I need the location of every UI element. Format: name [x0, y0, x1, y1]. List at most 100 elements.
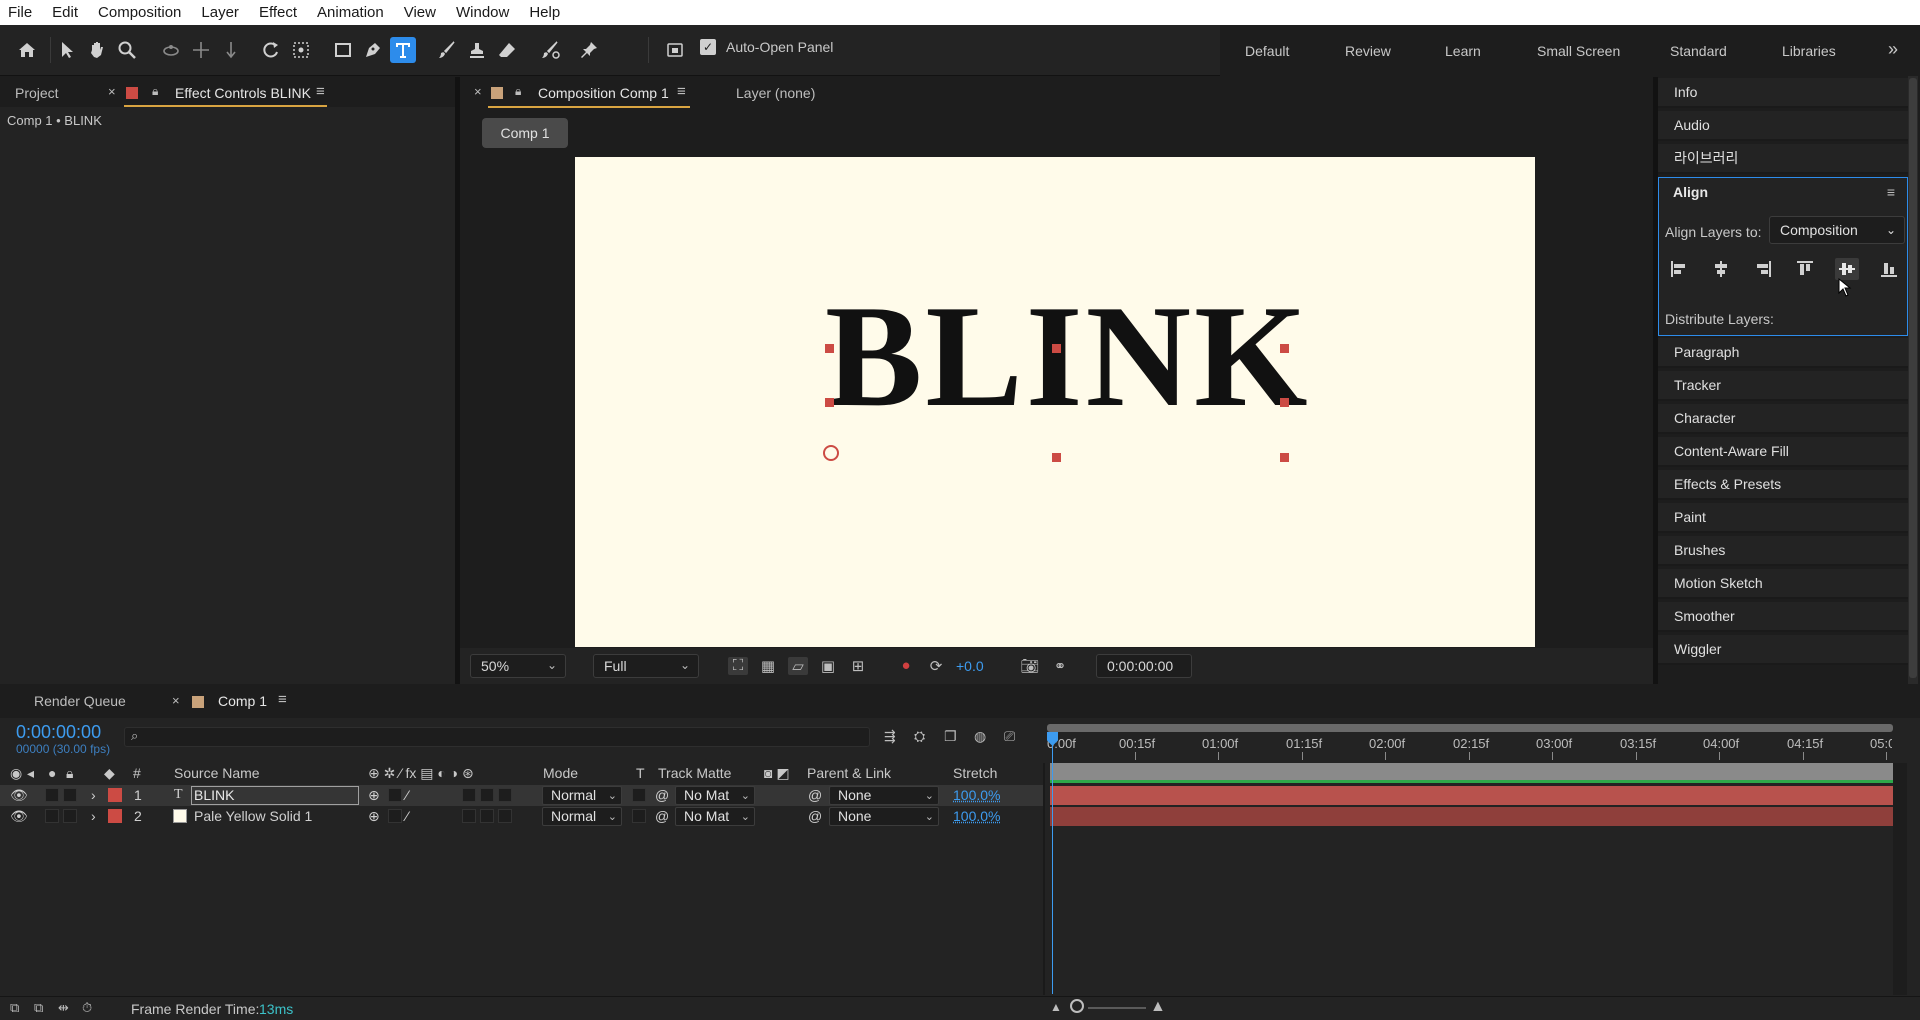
rotate-tool-icon[interactable]: [258, 37, 284, 63]
workspace-standard[interactable]: Standard: [1670, 43, 1727, 59]
track-matte-dropdown[interactable]: No Mat ⌄: [675, 807, 755, 826]
parent-dropdown[interactable]: None ⌄: [829, 807, 939, 826]
expand-chevron-icon[interactable]: ›: [91, 808, 96, 824]
align-left-icon[interactable]: [1667, 258, 1691, 280]
panel-menu-icon[interactable]: ≡: [316, 83, 325, 100]
transform-handle[interactable]: [1280, 344, 1289, 353]
motion-blur-switch[interactable]: [462, 788, 476, 802]
parent-pickwhip-icon[interactable]: @: [808, 808, 822, 824]
show-snapshot-icon[interactable]: ⚭: [1050, 657, 1070, 675]
transparency-grid-icon[interactable]: ▦: [758, 657, 778, 675]
label-color-box[interactable]: [108, 788, 122, 802]
panel-paint[interactable]: Paint: [1658, 503, 1908, 533]
align-to-dropdown[interactable]: Composition ⌄: [1769, 216, 1905, 244]
adjustment-switch[interactable]: [480, 788, 494, 802]
workspace-review[interactable]: Review: [1345, 43, 1391, 59]
collapse-switch[interactable]: [388, 788, 402, 802]
menu-layer[interactable]: Layer: [201, 4, 239, 21]
snapshot-camera-icon[interactable]: 📷︎: [1020, 657, 1040, 675]
reset-exposure-icon[interactable]: ⟳: [926, 657, 946, 675]
comp-mini-flowchart-icon[interactable]: ⇶: [884, 728, 896, 745]
pan-behind-tool-icon[interactable]: [288, 37, 314, 63]
auto-open-checkbox[interactable]: ✓: [700, 39, 716, 55]
tab-comp-1[interactable]: Comp 1: [218, 693, 267, 709]
lock-column-icon[interactable]: 🔒︎: [66, 765, 73, 782]
layer-name[interactable]: Pale Yellow Solid 1: [194, 808, 312, 824]
panel-effects-presets[interactable]: Effects & Presets: [1658, 470, 1908, 500]
timeline-search-input[interactable]: ⌕: [124, 727, 870, 747]
3d-layer-switch[interactable]: [498, 788, 512, 802]
transform-handle[interactable]: [825, 344, 834, 353]
panel-wiggler[interactable]: Wiggler: [1658, 635, 1908, 665]
workspace-learn[interactable]: Learn: [1445, 43, 1481, 59]
draft-3d-icon[interactable]: ⛭: [914, 728, 925, 745]
panel-menu-icon[interactable]: ≡: [278, 691, 287, 708]
work-area-range-bar[interactable]: [1047, 724, 1893, 732]
workspace-panel-icon[interactable]: [662, 37, 688, 63]
auto-open-panel-toggle[interactable]: ✓ Auto-Open Panel: [700, 39, 833, 55]
transform-handle[interactable]: [825, 398, 834, 407]
workspace-default[interactable]: Default: [1245, 43, 1289, 59]
render-time-toggle-icon[interactable]: ⏱: [82, 1000, 92, 1016]
adjustment-switch[interactable]: [480, 809, 494, 823]
layer-duration-bar-blink[interactable]: [1050, 786, 1893, 805]
region-of-interest-icon[interactable]: ▣: [818, 657, 838, 675]
solo-toggle[interactable]: [45, 809, 59, 823]
panel-tracker[interactable]: Tracker: [1658, 371, 1908, 401]
frame-blending-icon[interactable]: ❐: [944, 728, 957, 745]
panel-menu-icon[interactable]: ≡: [677, 83, 686, 100]
zoom-out-mountain-icon[interactable]: ▲: [1050, 1000, 1062, 1014]
layer-name-field[interactable]: BLINK: [191, 786, 359, 805]
clone-stamp-tool-icon[interactable]: [464, 37, 490, 63]
panel-menu-icon[interactable]: ≡: [1887, 184, 1895, 200]
menu-help[interactable]: Help: [529, 4, 560, 21]
panel-paragraph[interactable]: Paragraph: [1658, 338, 1908, 368]
zoom-in-mountain-icon[interactable]: ▲: [1150, 998, 1166, 1016]
visibility-column-icon[interactable]: ◉: [10, 765, 22, 782]
brush-tool-icon[interactable]: [434, 37, 460, 63]
type-tool-icon[interactable]: [390, 37, 416, 63]
shy-switch-icon[interactable]: ⊕: [368, 787, 380, 804]
panel-character[interactable]: Character: [1658, 404, 1908, 434]
menu-window[interactable]: Window: [456, 4, 509, 21]
stretch-value[interactable]: 100.0%: [953, 787, 1000, 803]
zoom-tool-icon[interactable]: [114, 37, 140, 63]
lock-icon[interactable]: 🔒︎: [515, 84, 521, 99]
audio-column-icon[interactable]: ◂: [27, 765, 34, 782]
workspace-libraries[interactable]: Libraries: [1782, 43, 1836, 59]
text-layer-blink[interactable]: BLINK: [825, 283, 1311, 429]
close-tab-icon[interactable]: ×: [172, 693, 180, 708]
parent-dropdown[interactable]: None ⌄: [829, 786, 939, 805]
in-out-toggle-icon[interactable]: ⇹: [58, 1000, 69, 1016]
dolly-camera-icon[interactable]: [218, 37, 244, 63]
blend-mode-dropdown[interactable]: Normal ⌄: [542, 786, 622, 805]
eye-icon[interactable]: 👁︎: [10, 787, 28, 804]
selection-tool-icon[interactable]: [54, 37, 80, 63]
channels-icon[interactable]: ●: [896, 657, 916, 675]
fast-previews-icon[interactable]: ⛶: [728, 657, 748, 675]
graph-editor-icon[interactable]: ⎚: [1004, 728, 1015, 745]
scrollbar-thumb[interactable]: [1909, 78, 1917, 678]
align-bottom-icon[interactable]: [1877, 258, 1901, 280]
layer-row-blink[interactable]: 👁︎ › 1 T BLINK ⊕ ⁄ Normal ⌄ @ No Mat ⌄ @ N…: [0, 785, 1045, 806]
matte-link-icon[interactable]: @: [655, 808, 669, 824]
align-vertical-center-icon[interactable]: [1835, 258, 1859, 280]
exposure-value[interactable]: +0.0: [956, 658, 984, 674]
transform-handle[interactable]: [1052, 344, 1061, 353]
layer-duration-bar-solid[interactable]: [1050, 807, 1893, 826]
source-name-header[interactable]: Source Name: [174, 765, 260, 781]
mask-visibility-icon[interactable]: ▱: [788, 657, 808, 675]
panel-content-aware-fill[interactable]: Content-Aware Fill: [1658, 437, 1908, 467]
transform-handle[interactable]: [1280, 453, 1289, 462]
anchor-point-icon[interactable]: [823, 445, 839, 461]
eye-icon[interactable]: 👁︎: [10, 808, 28, 825]
preserve-transparency-checkbox[interactable]: [632, 809, 646, 823]
current-time-display[interactable]: 0:00:00:00: [16, 722, 101, 743]
zoom-slider-handle[interactable]: [1070, 999, 1084, 1013]
orbit-camera-icon[interactable]: [158, 37, 184, 63]
lock-icon[interactable]: 🔒︎: [152, 84, 158, 99]
stretch-value[interactable]: 100.0%: [953, 808, 1000, 824]
tab-render-queue[interactable]: Render Queue: [34, 693, 126, 709]
motion-blur-switch[interactable]: [462, 809, 476, 823]
motion-blur-icon[interactable]: ◍: [974, 728, 986, 745]
